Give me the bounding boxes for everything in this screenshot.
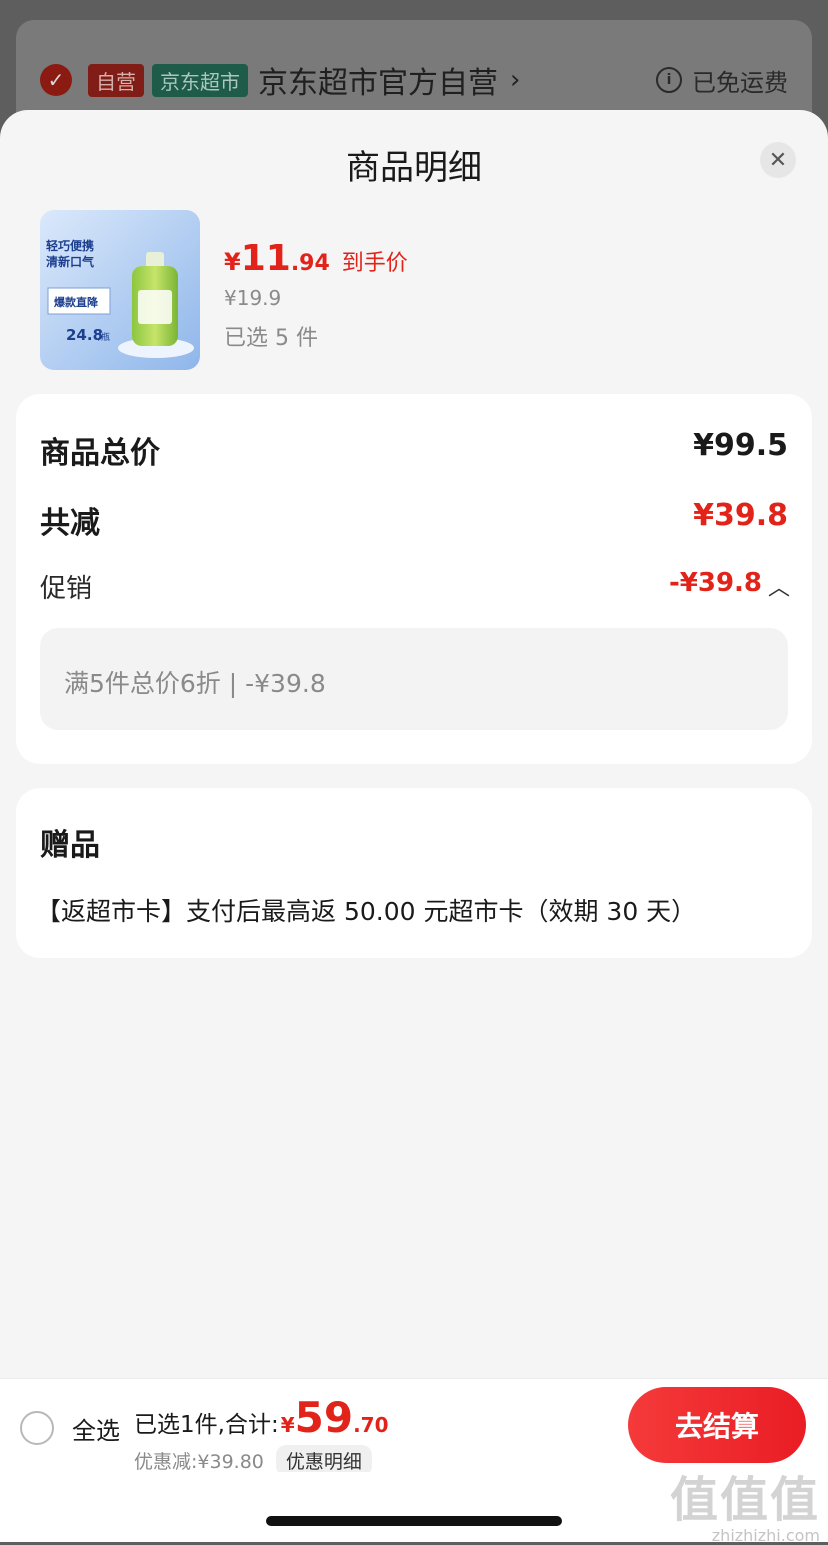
price-currency: ¥ xyxy=(224,248,241,276)
check-icon[interactable]: ✓ xyxy=(40,64,72,96)
total-summary: 已选1件,合计: ¥ 59 .70 xyxy=(134,1393,389,1442)
image-badge: 爆款直降 xyxy=(54,295,99,309)
total-decimal: .70 xyxy=(353,1413,389,1437)
image-line1: 轻巧便携 xyxy=(46,238,94,253)
jd-supermarket-tag: 京东超市 xyxy=(152,63,248,97)
price-tag-label: 到手价 xyxy=(341,251,408,276)
info-icon[interactable]: i xyxy=(656,67,682,93)
gift-card: 赠品 【返超市卡】支付后最高返 50.00 元超市卡（效期 30 天） xyxy=(16,788,812,958)
reduced-value: ¥39.8 xyxy=(693,498,788,533)
total-currency: ¥ xyxy=(280,1413,295,1437)
promo-detail-text: 满5件总价6折 | -¥39.8 xyxy=(64,669,326,698)
product-detail-sheet: 商品明细 ✕ 轻巧便携 清新口气 爆款直降 24.8 /瓶 ¥ 11 .94 到… xyxy=(0,110,828,1542)
store-name[interactable]: 京东超市官方自营 xyxy=(258,58,498,102)
gift-title: 赠品 xyxy=(40,828,100,863)
free-shipping-text: 已免运费 xyxy=(692,68,788,97)
discount-text: 优惠减:¥39.80 xyxy=(134,1451,264,1473)
home-indicator[interactable] xyxy=(266,1516,562,1526)
watermark-logo: 值值值 xyxy=(669,1472,820,1528)
self-operated-tag: 自营 xyxy=(88,63,144,97)
reduced-label: 共减 xyxy=(40,506,100,541)
product-thumbnail[interactable]: 轻巧便携 清新口气 爆款直降 24.8 /瓶 xyxy=(40,210,200,370)
promo-label: 促销 xyxy=(40,574,93,604)
total-integer: 59 xyxy=(294,1393,354,1442)
chevron-up-icon[interactable]: ︿ xyxy=(768,570,790,602)
close-icon: ✕ xyxy=(768,147,788,173)
sheet-title: 商品明细 xyxy=(346,148,482,188)
price-decimal: .94 xyxy=(290,251,330,276)
checkout-bar: 全选 已选1件,合计: ¥ 59 .70 优惠减:¥39.80 优惠明细 去结算 xyxy=(0,1378,828,1476)
promo-value[interactable]: -¥39.8 xyxy=(669,568,762,598)
total-price-label: 商品总价 xyxy=(40,436,160,471)
checkout-button[interactable]: 去结算 xyxy=(628,1387,806,1463)
product-image: 轻巧便携 清新口气 爆款直降 24.8 /瓶 xyxy=(40,210,200,370)
selected-count: 已选 5 件 xyxy=(224,326,318,351)
price-summary-card: 商品总价 ¥99.5 共减 ¥39.8 促销 -¥39.8 ︿ 满5件总价6折 … xyxy=(16,394,812,764)
original-price: ¥19.9 xyxy=(224,286,282,310)
free-shipping-info[interactable]: i 已免运费 xyxy=(656,63,788,98)
select-all-label[interactable]: 全选 xyxy=(72,1411,120,1446)
gift-text: 【返超市卡】支付后最高返 50.00 元超市卡（效期 30 天） xyxy=(36,897,697,926)
store-header: ✓ 自营 京东超市 京东超市官方自营 › i 已免运费 xyxy=(40,58,788,102)
total-price-value: ¥99.5 xyxy=(693,428,788,463)
total-text: 已选1件,合计: xyxy=(134,1412,279,1438)
watermark: 值值值 zhizhizhi.com xyxy=(670,1460,820,1545)
close-button[interactable]: ✕ xyxy=(760,142,796,178)
select-all-checkbox[interactable] xyxy=(20,1411,54,1445)
image-line2: 清新口气 xyxy=(46,254,94,269)
chevron-right-icon[interactable]: › xyxy=(510,65,520,95)
price-integer: 11 xyxy=(240,238,291,279)
image-unit: /瓶 xyxy=(98,331,110,343)
promo-detail-box: 满5件总价6折 | -¥39.8 xyxy=(40,628,788,730)
final-price: ¥ 11 .94 到手价 xyxy=(224,238,408,279)
